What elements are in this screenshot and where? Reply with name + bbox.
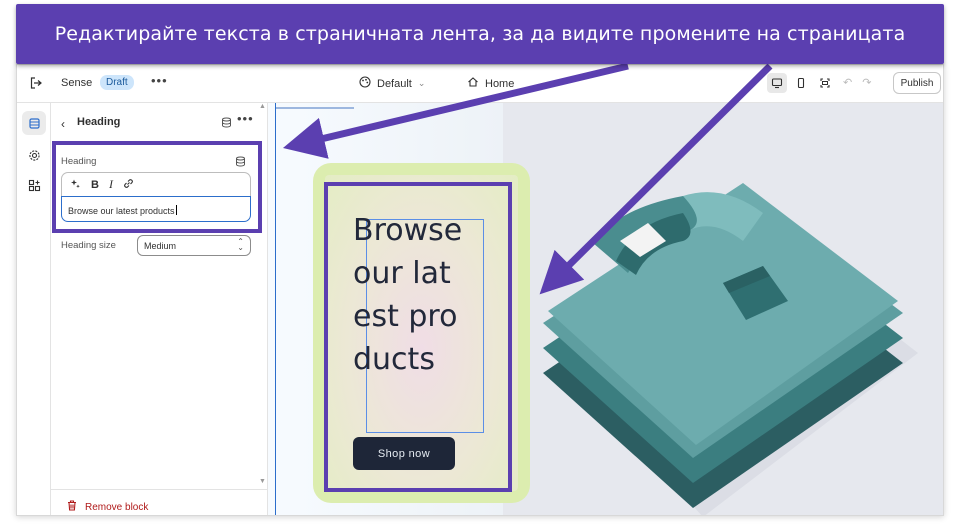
dynamic-source-icon[interactable] — [235, 154, 246, 172]
trash-icon — [67, 500, 77, 514]
desktop-icon[interactable] — [767, 73, 787, 93]
exit-icon[interactable] — [29, 76, 43, 93]
heading-size-label: Heading size — [61, 240, 116, 251]
template-select-label: Default — [377, 77, 412, 90]
heading-size-value: Medium — [144, 241, 177, 251]
section-selection-line — [275, 103, 276, 515]
undo-icon[interactable]: ↶ — [843, 76, 852, 89]
rich-text-toolbar: B I — [61, 172, 251, 196]
panel-footer: Remove block — [51, 489, 267, 515]
remove-block-button[interactable]: Remove block — [67, 500, 148, 514]
sparkle-icon[interactable] — [70, 178, 81, 192]
sections-icon[interactable] — [22, 111, 46, 135]
heading-input-value: Browse our latest products — [68, 206, 175, 216]
back-chevron-icon[interactable]: ‹ — [61, 117, 65, 131]
select-arrows-icon: ⌃ ⌄ — [237, 237, 244, 252]
heading-input[interactable]: Browse our latest products — [61, 196, 251, 222]
section-selection-tab — [276, 107, 354, 109]
history-controls: ↶ ↷ — [843, 76, 871, 89]
scroll-up-arrow[interactable]: ▲ — [259, 103, 266, 110]
settings-panel: ‹ Heading ••• ▲ Heading B I Browse our l… — [51, 103, 268, 515]
mobile-icon[interactable] — [791, 73, 811, 93]
link-icon[interactable] — [123, 178, 134, 192]
tshirt-stack-image — [543, 183, 918, 515]
shop-now-button[interactable]: Shop now — [353, 437, 455, 470]
icon-rail — [17, 103, 51, 515]
database-icon[interactable] — [221, 115, 232, 133]
screenshot-root: Редактирайте текста в страничната лента,… — [0, 0, 960, 525]
publish-button[interactable]: Publish — [893, 72, 941, 94]
page-select-label: Home — [485, 77, 515, 90]
remove-block-label: Remove block — [85, 501, 149, 513]
chevron-down-icon: ⌄ — [417, 78, 426, 88]
status-badge: Draft — [100, 75, 134, 90]
text-caret — [175, 205, 177, 215]
palette-icon — [359, 76, 371, 91]
heading-size-select[interactable]: Medium ⌃ ⌄ — [137, 235, 251, 256]
heading-field-label: Heading — [61, 156, 97, 167]
gear-icon[interactable] — [22, 143, 46, 167]
italic-button[interactable]: I — [109, 177, 113, 192]
fullscreen-icon[interactable] — [815, 73, 835, 93]
theme-more-button[interactable]: ••• — [151, 73, 168, 88]
template-select[interactable]: Default ⌄ — [359, 76, 425, 91]
home-icon — [467, 76, 479, 91]
panel-more-button[interactable]: ••• — [237, 111, 254, 126]
viewport-switcher — [767, 73, 835, 93]
theme-name: Sense — [61, 77, 93, 89]
apps-icon[interactable] — [22, 173, 46, 197]
page-select[interactable]: Home — [467, 76, 514, 91]
preview-canvas: Browse our latest products Shop now — [268, 103, 943, 515]
theme-editor-window: Sense Draft ••• Default ⌄ Home ↶ ↷ Publi… — [16, 64, 944, 516]
preview-heading[interactable]: Browse our latest products — [353, 209, 469, 381]
annotation-banner: Редактирайте текста в страничната лента,… — [16, 4, 944, 64]
scroll-down-arrow[interactable]: ▼ — [259, 478, 266, 485]
redo-icon[interactable]: ↷ — [862, 76, 871, 89]
bold-button[interactable]: B — [91, 179, 99, 191]
top-bar: Sense Draft ••• Default ⌄ Home ↶ ↷ Publi… — [17, 65, 943, 103]
panel-title: Heading — [77, 116, 121, 128]
